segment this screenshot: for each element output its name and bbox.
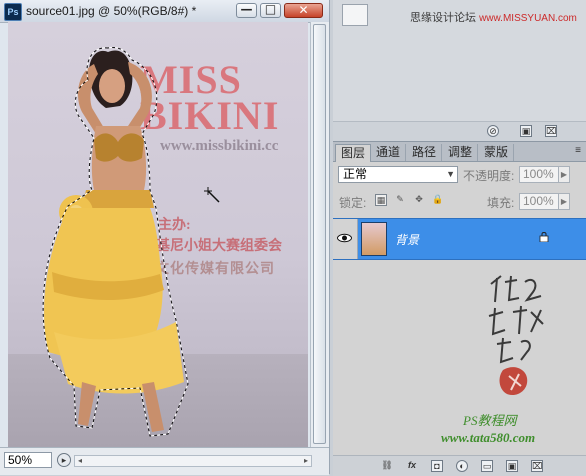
- layer-thumbnail: [361, 222, 387, 256]
- trash-icon[interactable]: ⌧: [545, 125, 557, 137]
- magic-wand-icon: [204, 187, 220, 203]
- trash-icon[interactable]: ⌧: [531, 460, 543, 472]
- image-canvas[interactable]: MISS BIKINI www.missbikini.cc 主办: 基尼小姐大赛…: [8, 22, 308, 447]
- new-layer-icon[interactable]: ▣: [506, 460, 518, 472]
- dancer-figure: [42, 47, 189, 437]
- layer-row-background[interactable]: 背景: [333, 218, 586, 260]
- layers-footer: ⛓ fx ◘ ◐ ▭ ▣ ⌧: [333, 455, 586, 476]
- circle-slash-icon[interactable]: ⊘: [487, 125, 499, 137]
- blend-mode-value: 正常: [343, 167, 368, 181]
- minimize-icon: —: [240, 2, 253, 16]
- panel-menu-icon[interactable]: ≡: [575, 145, 581, 156]
- fill-arrow-icon[interactable]: ▶: [559, 193, 570, 210]
- signature-credit: PS教程网: [463, 413, 517, 428]
- document-title: source01.jpg @ 50%(RGB/8#) *: [26, 4, 197, 18]
- opacity-field[interactable]: 100%: [519, 166, 559, 183]
- mask-icon[interactable]: ◘: [431, 460, 443, 472]
- blend-mode-select[interactable]: 正常 ▼: [338, 166, 458, 183]
- vertical-scrollbar[interactable]: [310, 22, 329, 447]
- minimize-button[interactable]: —: [236, 2, 257, 18]
- document-title-bar[interactable]: Ps source01.jpg @ 50%(RGB/8#) * — □ ✕: [0, 0, 329, 23]
- link-icon[interactable]: ⛓: [381, 460, 393, 472]
- document-status-bar: 50% ▸ ◂ ▸: [0, 447, 329, 475]
- tab-layers[interactable]: 图层: [335, 144, 371, 162]
- lock-position-icon[interactable]: ✥: [413, 194, 425, 206]
- watermark-text: 思缘设计论坛: [410, 12, 476, 24]
- watermark-url: www.MISSYUAN.com: [479, 13, 577, 24]
- fill-field[interactable]: 100%: [519, 193, 559, 210]
- layers-panel: 图层 通道 路径 调整 蒙版 ≡ 正常 ▼ 不透明度: 100% ▶ 锁定: ▦…: [333, 141, 586, 476]
- color-swatch[interactable]: [342, 4, 368, 26]
- opacity-arrow-icon[interactable]: ▶: [559, 166, 570, 183]
- group-folder-icon[interactable]: ▭: [481, 460, 493, 472]
- eye-icon: [337, 233, 352, 243]
- horizontal-scrollbar[interactable]: ◂ ▸: [74, 455, 312, 467]
- tab-channels[interactable]: 通道: [371, 144, 406, 161]
- watermark-top: 思缘设计论坛 www.MISSYUAN.com: [410, 9, 577, 25]
- close-icon: ✕: [298, 3, 309, 17]
- fx-icon[interactable]: fx: [406, 460, 418, 472]
- vertical-scroll-thumb[interactable]: [313, 24, 326, 444]
- scroll-right-icon[interactable]: ▸: [301, 456, 311, 466]
- lock-image-icon[interactable]: ✎: [394, 194, 406, 206]
- signature-calligraphy: [488, 275, 544, 396]
- lock-transparent-icon[interactable]: ▦: [375, 194, 387, 206]
- lock-icon: [539, 232, 549, 242]
- maximize-icon: □: [264, 2, 277, 16]
- close-button[interactable]: ✕: [284, 3, 323, 18]
- layer-visibility-toggle[interactable]: [333, 219, 358, 259]
- lock-label: 锁定:: [339, 196, 367, 210]
- chevron-down-icon: ▼: [446, 169, 455, 179]
- maximize-button[interactable]: □: [260, 2, 281, 18]
- photoshop-app-icon: Ps: [4, 3, 22, 21]
- opacity-label: 不透明度:: [463, 169, 515, 183]
- adjustment-icon[interactable]: ◐: [456, 460, 468, 472]
- tab-adjustments[interactable]: 调整: [443, 144, 478, 161]
- layer-name[interactable]: 背景: [395, 231, 419, 248]
- zoom-field[interactable]: 50%: [4, 452, 52, 468]
- info-circle-icon[interactable]: ▸: [57, 453, 71, 467]
- tab-masks[interactable]: 蒙版: [479, 144, 514, 161]
- tab-paths[interactable]: 路径: [407, 144, 442, 161]
- signature-url: www.tata580.com: [441, 430, 536, 445]
- document-window: Ps source01.jpg @ 50%(RGB/8#) * — □ ✕ MI…: [0, 0, 330, 475]
- panel-tabs: 图层 通道 路径 调整 蒙版 ≡: [333, 142, 586, 162]
- scroll-left-icon[interactable]: ◂: [75, 456, 85, 466]
- fill-label: 填充:: [487, 196, 515, 210]
- new-layer-icon[interactable]: ▣: [520, 125, 532, 137]
- lock-all-icon[interactable]: 🔒: [432, 194, 444, 206]
- top-panel-footer: ⊘ ▣ ⌧: [333, 121, 586, 141]
